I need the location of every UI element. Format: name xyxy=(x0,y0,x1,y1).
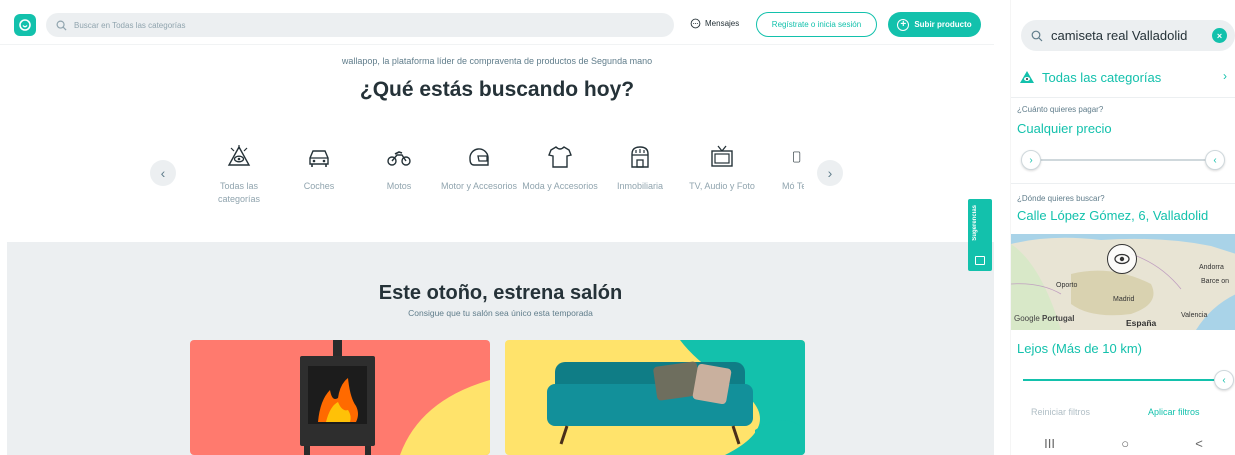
promo-section: Este otoño, estrena salón Consigue que t… xyxy=(7,242,994,455)
feedback-icon xyxy=(975,256,985,265)
category-motor-accessories[interactable]: Motor y Accesorios xyxy=(439,140,519,193)
promo-card-stove[interactable] xyxy=(190,340,490,455)
mobile-all-categories[interactable]: Todas las categorías › xyxy=(1019,67,1227,87)
google-logo: Google xyxy=(1014,314,1040,323)
hero-title: ¿Qué estás buscando hoy? xyxy=(359,78,635,101)
house-icon xyxy=(600,140,680,174)
price-question: ¿Cuánto quieres pagar? xyxy=(1017,105,1104,114)
mobile-search-bar[interactable]: camiseta real Valladolid × xyxy=(1021,20,1235,51)
mobile-filters-panel: camiseta real Valladolid × Todas las cat… xyxy=(1010,0,1235,455)
wallapop-logo[interactable] xyxy=(14,14,36,36)
promo-title: Este otoño, estrena salón xyxy=(378,282,623,304)
map-label: Oporto xyxy=(1056,282,1078,289)
top-bar: Buscar en Todas las categorías Mensajes … xyxy=(0,0,994,48)
category-real-estate[interactable]: Inmobiliaria xyxy=(600,140,680,193)
reset-filters-button[interactable]: Reiniciar filtros xyxy=(1031,407,1090,417)
messages-label: Mensajes xyxy=(705,19,740,28)
home-icon[interactable]: ○ xyxy=(1121,436,1129,451)
logo-icon xyxy=(19,19,31,31)
stove-image xyxy=(300,340,490,455)
distance-slider-track[interactable] xyxy=(1023,379,1223,381)
upload-product-button[interactable]: + Subir producto xyxy=(888,12,981,37)
tshirt-icon xyxy=(520,140,600,174)
category-cars[interactable]: Coches xyxy=(279,140,359,193)
category-fashion[interactable]: Moda y Accesorios xyxy=(520,140,600,193)
map-label: Barce on xyxy=(1201,278,1230,285)
location-pin-icon xyxy=(1107,244,1137,274)
category-label: Moda y Accesorios xyxy=(522,181,598,191)
header-divider xyxy=(0,44,994,45)
tv-icon xyxy=(682,140,762,174)
login-button[interactable]: Regístrate o inicia sesión xyxy=(756,12,877,37)
map-attribution: Google Portugal xyxy=(1014,314,1074,323)
category-all[interactable]: Todas las categorías xyxy=(199,140,279,206)
android-nav-bar: III ○ < xyxy=(1011,432,1235,455)
category-label: TV, Audio y Foto xyxy=(689,181,755,191)
location-value[interactable]: Calle López Gómez, 6, Valladolid xyxy=(1017,208,1208,223)
sofa-image xyxy=(547,340,805,455)
feedback-label: Sugerencias xyxy=(972,205,978,241)
category-tv-audio-photo[interactable]: TV, Audio y Foto xyxy=(682,140,762,193)
search-icon xyxy=(1031,30,1043,41)
carousel-next-button[interactable]: › xyxy=(817,160,843,186)
clear-search-icon[interactable]: × xyxy=(1212,28,1227,43)
category-carousel: ‹ Todas las categorías Coches Motos Moto… xyxy=(0,140,994,220)
divider xyxy=(1011,97,1235,98)
category-label: Mó Tel xyxy=(782,181,804,191)
chat-bubble-icon xyxy=(690,18,701,29)
recent-apps-icon[interactable]: III xyxy=(1044,436,1055,451)
location-question: ¿Dónde quieres buscar? xyxy=(1017,194,1105,203)
map-label: Valencia xyxy=(1181,312,1208,319)
car-icon xyxy=(279,140,359,174)
divider xyxy=(1011,183,1235,184)
location-map[interactable]: Andorra Barce on Oporto Madrid España Va… xyxy=(1011,234,1235,330)
search-placeholder: Buscar en Todas las categorías xyxy=(74,20,186,30)
map-label: Portugal xyxy=(1042,314,1075,323)
back-icon[interactable]: < xyxy=(1195,436,1203,451)
promo-subtitle: Consigue que tu salón sea único esta tem… xyxy=(408,308,593,318)
map-label: Madrid xyxy=(1113,296,1135,303)
category-label: Inmobiliaria xyxy=(616,181,664,191)
gap xyxy=(994,0,1010,455)
search-icon xyxy=(56,20,67,31)
messages-link[interactable]: Mensajes xyxy=(690,18,739,29)
search-bar[interactable]: Buscar en Todas las categorías xyxy=(46,13,674,37)
plus-icon: + xyxy=(897,18,910,31)
category-motorbikes[interactable]: Motos xyxy=(359,140,439,193)
apply-filters-button[interactable]: Aplicar filtros xyxy=(1148,407,1200,417)
category-label: Motor y Accesorios xyxy=(440,181,518,191)
all-categories-icon xyxy=(1020,71,1034,83)
price-slider-min-handle[interactable]: › xyxy=(1021,150,1041,170)
distance-slider-handle[interactable]: ‹ xyxy=(1214,370,1234,390)
category-label: Coches xyxy=(303,181,335,191)
chevron-left-icon: ‹ xyxy=(160,165,166,181)
feedback-tab[interactable]: Sugerencias xyxy=(968,199,992,271)
motorbike-icon xyxy=(359,140,439,174)
chevron-right-icon: › xyxy=(1223,69,1227,83)
distance-value: Lejos (Más de 10 km) xyxy=(1017,341,1142,356)
promo-card-sofa[interactable] xyxy=(505,340,805,455)
category-label: Todas las categorías xyxy=(217,181,261,204)
all-categories-label: Todas las categorías xyxy=(1042,69,1162,85)
mobile-search-query: camiseta real Valladolid xyxy=(1051,28,1188,43)
helmet-icon xyxy=(439,140,519,174)
phone-icon xyxy=(760,140,804,174)
category-label: Motos xyxy=(386,181,412,191)
map-label: Andorra xyxy=(1199,264,1224,271)
category-mobile-phones[interactable]: Mó Tel xyxy=(760,140,804,193)
all-categories-icon xyxy=(199,140,279,174)
carousel-prev-button[interactable]: ‹ xyxy=(150,160,176,186)
price-slider-track[interactable] xyxy=(1023,159,1223,161)
desktop-page: Buscar en Todas las categorías Mensajes … xyxy=(0,0,994,455)
price-slider-max-handle[interactable]: ‹ xyxy=(1205,150,1225,170)
upload-label: Subir producto xyxy=(914,20,972,29)
price-value: Cualquier precio xyxy=(1017,121,1112,136)
chevron-right-icon: › xyxy=(827,165,833,181)
hero-tagline: wallapop, la plataforma líder de comprav… xyxy=(341,56,653,66)
map-label: España xyxy=(1126,318,1157,328)
